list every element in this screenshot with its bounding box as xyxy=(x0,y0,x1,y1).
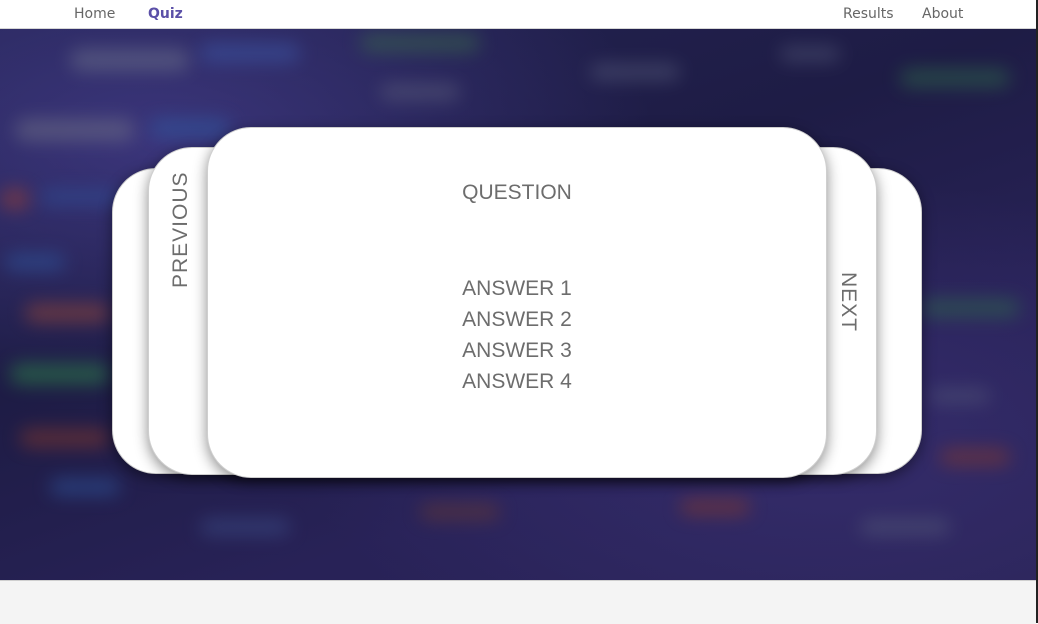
next-button[interactable]: NEXT xyxy=(836,272,860,332)
answer-option-4[interactable]: ANSWER 4 xyxy=(208,366,826,397)
top-navigation-bar: Home Quiz Results About xyxy=(0,0,1036,29)
nav-home-link[interactable]: Home xyxy=(74,6,115,22)
answer-option-2[interactable]: ANSWER 2 xyxy=(208,304,826,335)
answer-list: ANSWER 1 ANSWER 2 ANSWER 3 ANSWER 4 xyxy=(208,273,826,397)
question-card: QUESTION ANSWER 1 ANSWER 2 ANSWER 3 ANSW… xyxy=(207,127,827,478)
nav-quiz-link[interactable]: Quiz xyxy=(148,6,183,22)
nav-about-link[interactable]: About xyxy=(922,6,963,22)
previous-button[interactable]: PREVIOUS xyxy=(169,171,193,288)
page-footer xyxy=(0,580,1036,624)
nav-results-link[interactable]: Results xyxy=(843,6,894,22)
answer-option-1[interactable]: ANSWER 1 xyxy=(208,273,826,304)
answer-option-3[interactable]: ANSWER 3 xyxy=(208,335,826,366)
question-text: QUESTION xyxy=(462,181,572,204)
